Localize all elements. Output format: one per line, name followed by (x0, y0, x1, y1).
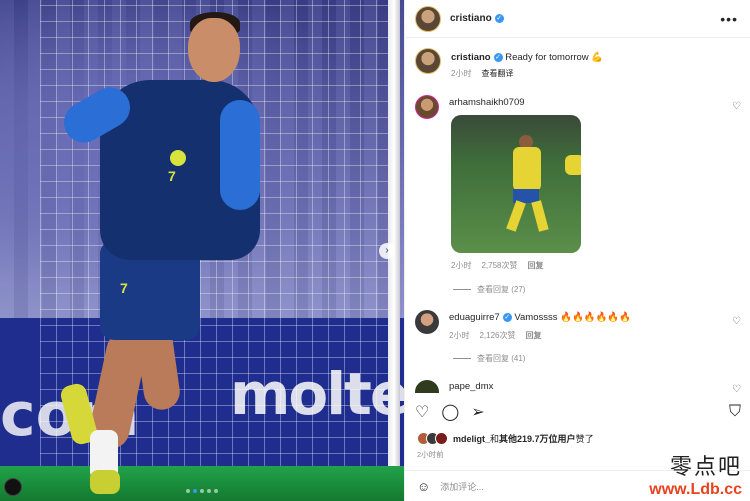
share-icon[interactable]: ➢ (471, 402, 484, 422)
comment-row: pape_dmx (415, 380, 493, 393)
shorts-number: 7 (120, 280, 128, 296)
gif-player-leg (506, 200, 526, 232)
gif-player (513, 147, 541, 191)
post-sidebar: cristiano ✓ ••• cristiano ✓ Ready for tom… (404, 0, 750, 501)
caption-username[interactable]: cristiano (451, 52, 491, 63)
post-photo: com molte 7 7 › (0, 0, 404, 501)
verified-icon: ✓ (502, 312, 512, 322)
carousel-dot (186, 489, 190, 493)
club-crest-icon (170, 150, 186, 166)
post-header: cristiano ✓ ••• (405, 0, 750, 38)
player-head (188, 18, 240, 82)
watermark-url: www.Ldb.cc (649, 481, 742, 498)
liker-username[interactable]: mdeligt_ (453, 434, 490, 444)
player-sleeve (220, 100, 260, 210)
more-options-icon[interactable]: ••• (720, 11, 738, 27)
comment-time: 2小时 (449, 331, 470, 340)
view-replies-button[interactable]: 查看回复 (41) (453, 353, 525, 364)
commenter-avatar[interactable] (415, 380, 439, 393)
gif-player-leg (531, 200, 549, 232)
like-icon[interactable]: ♡ (415, 402, 429, 422)
post-actions: ♡ ◯ ➢ ⛉ (405, 398, 750, 426)
comment-gif[interactable] (451, 115, 581, 253)
caption-row: cristiano ✓ Ready for tomorrow 💪 2小时 查看翻译 (415, 48, 603, 79)
player-boot (90, 470, 120, 494)
jersey-number: 7 (168, 168, 176, 184)
author-username[interactable]: cristiano (450, 13, 492, 24)
view-replies-button[interactable]: 查看回复 (27) (453, 284, 525, 295)
view-replies-label: 查看回复 (41) (477, 354, 526, 363)
caption-time: 2小时 (451, 69, 472, 78)
carousel-dots (186, 489, 218, 493)
verified-icon: ✓ (493, 52, 503, 62)
divider-line (453, 289, 471, 290)
likes-tail: 赞了 (575, 434, 594, 444)
likes-summary[interactable]: mdeligt_和其他219.7万位用户赞了 (417, 432, 594, 445)
reply-button[interactable]: 回复 (525, 330, 541, 341)
like-comment-icon[interactable]: ♡ (732, 101, 741, 112)
commenter-avatar[interactable] (415, 310, 439, 334)
carousel-dot (207, 489, 211, 493)
commenter-username[interactable]: eduaguirre7 (449, 312, 500, 323)
next-photo-button[interactable]: › (379, 243, 395, 259)
translate-link[interactable]: 查看翻译 (481, 68, 513, 79)
likes-mid: 和 (490, 434, 500, 444)
gif-player-2 (565, 155, 581, 175)
comments-list: cristiano ✓ Ready for tomorrow 💪 2小时 查看翻译… (405, 38, 750, 393)
save-icon[interactable]: ⛉ (729, 403, 741, 421)
verified-icon: ✓ (494, 14, 504, 23)
site-watermark: 零点吧 www.Ldb.cc (649, 449, 742, 499)
like-comment-icon[interactable]: ♡ (732, 384, 741, 393)
likes-others[interactable]: 其他219.7万位用户 (499, 434, 576, 444)
comment-likes[interactable]: 2,126次赞 (479, 330, 515, 341)
comment-meta: 2小时 2,758次赞 回复 (451, 260, 543, 271)
carousel-dot (200, 489, 204, 493)
carousel-dot (214, 489, 218, 493)
comment-icon[interactable]: ◯ (441, 402, 459, 422)
post-time: 2小时前 (417, 450, 444, 459)
author-avatar[interactable] (415, 5, 441, 32)
corner-logo-icon (4, 478, 22, 496)
comment-text: Vamossss 🔥🔥🔥🔥🔥🔥 (514, 312, 632, 323)
commenter-username[interactable]: pape_dmx (449, 381, 493, 392)
comment-likes[interactable]: 2,758次赞 (481, 260, 517, 271)
like-comment-icon[interactable]: ♡ (732, 316, 741, 327)
emoji-icon[interactable]: ☺ (417, 479, 430, 494)
commenter-username[interactable]: arhamshaikh0709 (449, 97, 525, 108)
liker-avatar (435, 432, 448, 445)
comment-input[interactable]: 添加评论... (440, 480, 484, 493)
caption-avatar[interactable] (415, 48, 441, 74)
commenter-avatar[interactable] (415, 95, 439, 119)
caption-text: Ready for tomorrow 💪 (505, 52, 604, 63)
watermark-zh: 零点吧 (669, 455, 742, 480)
goal-post (388, 0, 400, 470)
reply-button[interactable]: 回复 (527, 260, 543, 271)
comment-row: eduaguirre7 ✓ Vamossss 🔥🔥🔥🔥🔥🔥 2小时 2,126次赞… (415, 310, 631, 341)
pitch-grass (0, 466, 404, 501)
divider-line (453, 358, 471, 359)
carousel-dot-active (193, 489, 197, 493)
view-replies-label: 查看回复 (27) (477, 285, 526, 294)
comment-time: 2小时 (451, 261, 472, 270)
